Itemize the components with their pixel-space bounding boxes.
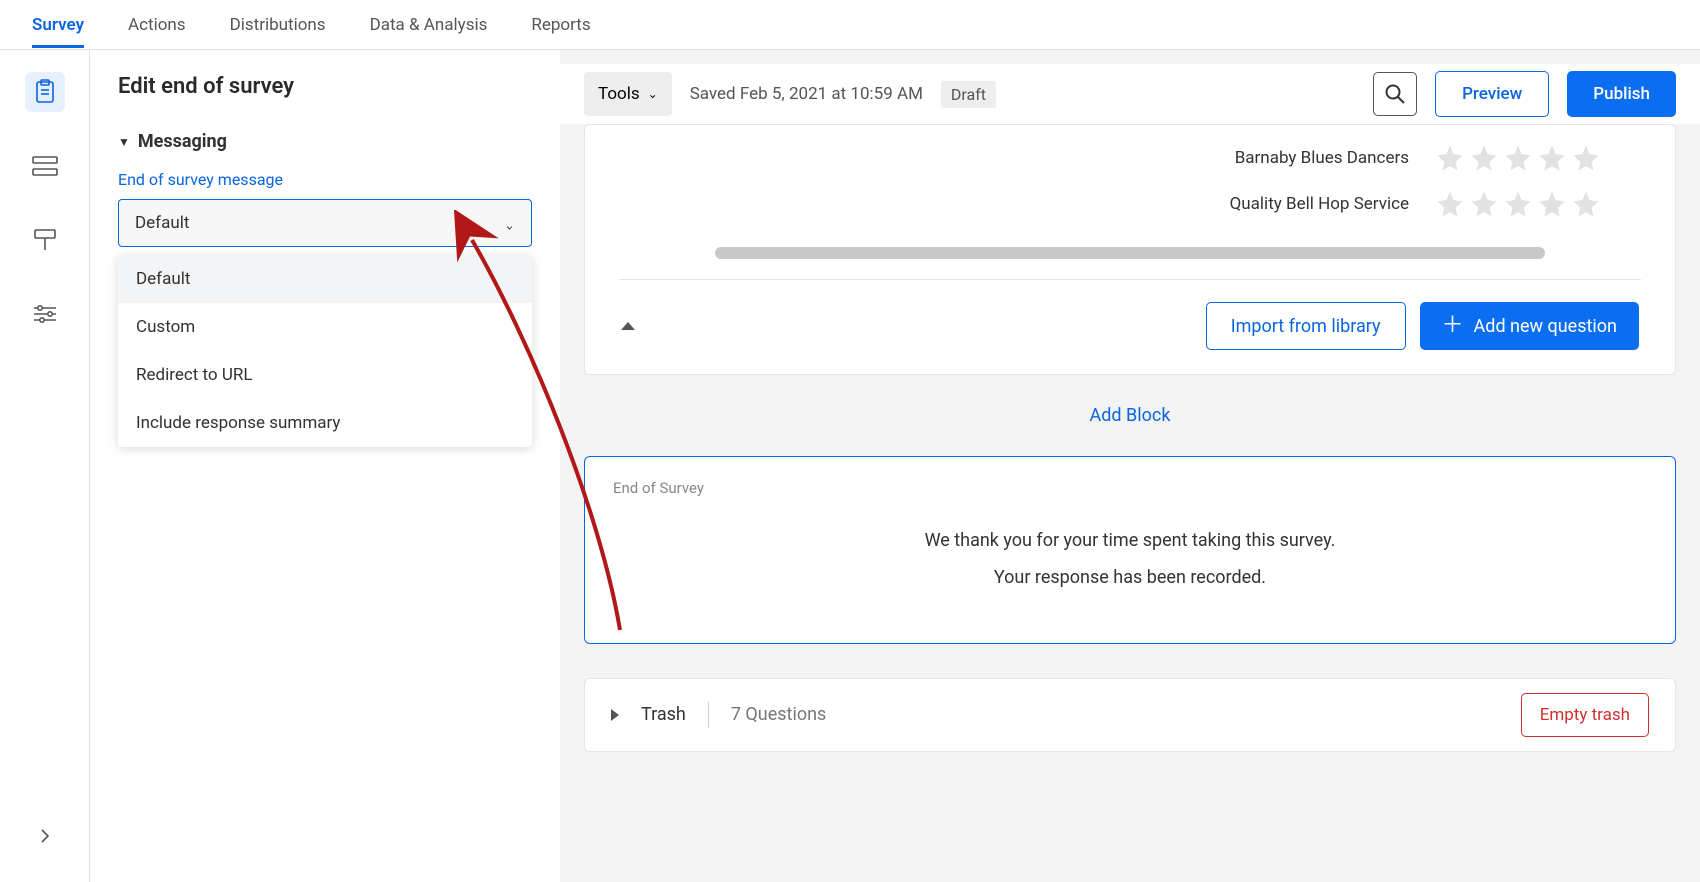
tab-data-analysis[interactable]: Data & Analysis bbox=[370, 2, 488, 48]
tab-actions[interactable]: Actions bbox=[128, 2, 186, 48]
plus-icon: ＋ bbox=[1442, 315, 1464, 337]
preview-button[interactable]: Preview bbox=[1435, 71, 1549, 117]
top-nav: Survey Actions Distributions Data & Anal… bbox=[0, 0, 1700, 50]
question-card: Barnaby Blues Dancers Quality Bell Hop S… bbox=[584, 124, 1676, 375]
star-icon bbox=[1571, 143, 1601, 173]
section-messaging-toggle[interactable]: ▼ Messaging bbox=[118, 131, 532, 152]
rail-options-icon[interactable] bbox=[25, 294, 65, 334]
star-icon bbox=[1571, 189, 1601, 219]
eos-message-select[interactable]: Default ⌃ bbox=[118, 199, 532, 247]
section-messaging-label: Messaging bbox=[138, 131, 227, 152]
star-icon bbox=[1537, 143, 1567, 173]
star-icon bbox=[1469, 143, 1499, 173]
question-row: Quality Bell Hop Service bbox=[619, 181, 1641, 227]
row-label: Quality Bell Hop Service bbox=[1230, 194, 1409, 214]
caret-down-icon: ▼ bbox=[118, 135, 130, 149]
divider bbox=[708, 702, 709, 728]
rail-look-feel-icon[interactable] bbox=[25, 220, 65, 260]
option-redirect[interactable]: Redirect to URL bbox=[118, 351, 532, 399]
import-from-library-button[interactable]: Import from library bbox=[1206, 302, 1406, 350]
option-default[interactable]: Default bbox=[118, 255, 532, 303]
option-custom[interactable]: Custom bbox=[118, 303, 532, 351]
tab-survey[interactable]: Survey bbox=[32, 2, 84, 48]
eos-title: End of Survey bbox=[613, 479, 1647, 497]
star-icon bbox=[1435, 143, 1465, 173]
status-badge: Draft bbox=[941, 81, 996, 108]
eos-message-label: End of survey message bbox=[118, 170, 532, 189]
rail-builder-icon[interactable] bbox=[25, 72, 65, 112]
question-row: Barnaby Blues Dancers bbox=[619, 135, 1641, 181]
option-include-summary[interactable]: Include response summary bbox=[118, 399, 532, 447]
expand-trash-icon[interactable] bbox=[611, 709, 619, 721]
row-label: Barnaby Blues Dancers bbox=[1235, 148, 1409, 168]
edit-panel: Edit end of survey ▼ Messaging End of su… bbox=[90, 50, 560, 882]
publish-button[interactable]: Publish bbox=[1567, 71, 1676, 117]
star-icon bbox=[1503, 189, 1533, 219]
empty-trash-button[interactable]: Empty trash bbox=[1521, 693, 1649, 737]
tab-reports[interactable]: Reports bbox=[531, 2, 590, 48]
add-block-link[interactable]: Add Block bbox=[1090, 405, 1171, 426]
star-icon bbox=[1503, 143, 1533, 173]
chevron-up-icon: ⌃ bbox=[504, 216, 515, 231]
add-new-question-button[interactable]: ＋ Add new question bbox=[1420, 302, 1639, 350]
star-icon bbox=[1537, 189, 1567, 219]
trash-count: 7 Questions bbox=[731, 704, 826, 725]
search-button[interactable] bbox=[1373, 72, 1417, 116]
eos-line1: We thank you for your time spent taking … bbox=[613, 527, 1647, 556]
saved-timestamp: Saved Feb 5, 2021 at 10:59 AM bbox=[690, 84, 923, 104]
slider-scrollbar[interactable] bbox=[715, 247, 1545, 259]
tools-menu-button[interactable]: Tools ⌄ bbox=[584, 72, 672, 116]
search-icon bbox=[1384, 83, 1406, 105]
rail-expand-icon[interactable] bbox=[25, 816, 65, 856]
eos-message-dropdown: Default Custom Redirect to URL Include r… bbox=[118, 255, 532, 447]
tab-distributions[interactable]: Distributions bbox=[230, 2, 326, 48]
panel-title: Edit end of survey bbox=[118, 74, 532, 99]
eos-line2: Your response has been recorded. bbox=[613, 564, 1647, 593]
star-icon bbox=[1469, 189, 1499, 219]
star-rating[interactable] bbox=[1435, 143, 1601, 173]
star-icon bbox=[1435, 189, 1465, 219]
collapse-caret-icon[interactable] bbox=[621, 322, 635, 330]
end-of-survey-card[interactable]: End of Survey We thank you for your time… bbox=[584, 456, 1676, 644]
rail-flow-icon[interactable] bbox=[25, 146, 65, 186]
builder-toolbar: Tools ⌄ Saved Feb 5, 2021 at 10:59 AM Dr… bbox=[560, 64, 1700, 124]
star-rating[interactable] bbox=[1435, 189, 1601, 219]
trash-bar: Trash 7 Questions Empty trash bbox=[584, 678, 1676, 752]
left-icon-rail bbox=[0, 50, 90, 882]
main-canvas: Tools ⌄ Saved Feb 5, 2021 at 10:59 AM Dr… bbox=[560, 50, 1700, 882]
chevron-down-icon: ⌄ bbox=[648, 87, 658, 101]
trash-label: Trash bbox=[641, 704, 686, 725]
select-value: Default bbox=[135, 213, 189, 233]
